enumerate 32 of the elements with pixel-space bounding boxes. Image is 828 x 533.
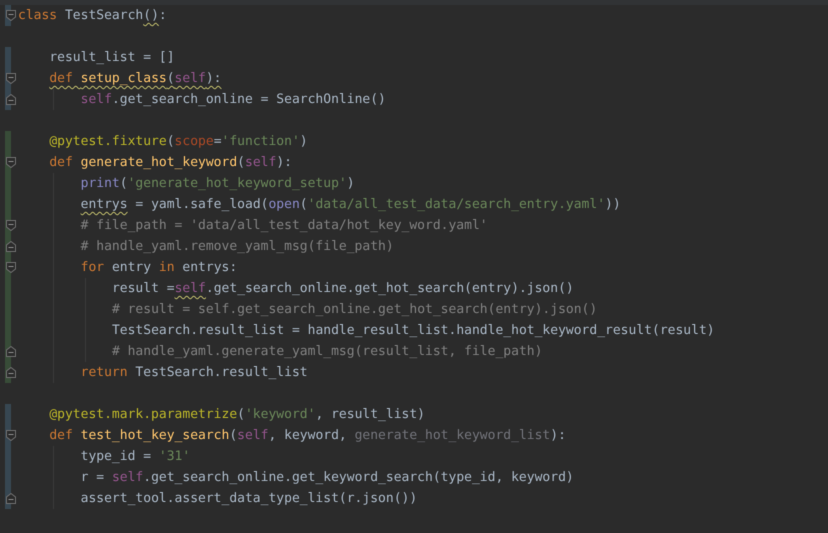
code-line: # result = self.get_search_online.get_hot_search(entry).json() [112, 301, 598, 319]
code-line: for entry in entrys: [80, 259, 238, 277]
code-line: result =self.get_search_online.get_hot_search(entry).json() [112, 280, 574, 298]
code-line: r = self.get_search_online.get_keyword_search(type_id, keyword) [80, 469, 574, 487]
code-line: self.get_search_online = SearchOnline() [80, 91, 386, 109]
fold-icon[interactable] [6, 367, 16, 378]
code-line: # handle_yaml.remove_yaml_msg(file_path) [80, 238, 394, 256]
fold-icon[interactable] [6, 73, 16, 84]
code-line: entrys = yaml.safe_load(open('data/all_test_data/search_entry.yaml')) [80, 196, 621, 214]
fold-icon[interactable] [6, 493, 16, 504]
code-line: class TestSearch(): [18, 7, 167, 25]
code-line: print('generate_hot_keyword_setup') [80, 175, 355, 193]
code-line: # handle_yaml.generate_yaml_msg(result_list, file_path) [112, 343, 542, 361]
code-line: # file_path = 'data/all_test_data/hot_key_word.yaml' [80, 217, 488, 235]
code-line: @pytest.mark.parametrize('keyword', result_list) [49, 406, 426, 424]
fold-icon[interactable] [6, 157, 16, 168]
code-line: def setup_class(self): [49, 70, 222, 88]
code-line: def generate_hot_keyword(self): [49, 154, 292, 172]
fold-icon[interactable] [6, 262, 16, 273]
fold-icon[interactable] [6, 241, 16, 252]
code-line: result_list = [] [49, 49, 175, 67]
fold-icon[interactable] [6, 430, 16, 441]
code-line: return TestSearch.result_list [80, 364, 308, 382]
fold-icon[interactable] [6, 94, 16, 105]
code-line: @pytest.fixture(scope='function') [49, 133, 308, 151]
fold-icon[interactable] [6, 10, 16, 21]
code-line: type_id = '31' [80, 448, 190, 466]
code-line: def test_hot_key_search(self, keyword, generate_hot_keyword_list): [49, 427, 566, 445]
fold-icon[interactable] [6, 346, 16, 357]
code-line: assert_tool.assert_data_type_list(r.json()) [80, 490, 418, 508]
fold-icon[interactable] [6, 220, 16, 231]
code-line: TestSearch.result_list = handle_result_list.handle_hot_keyword_result(result) [112, 322, 715, 340]
